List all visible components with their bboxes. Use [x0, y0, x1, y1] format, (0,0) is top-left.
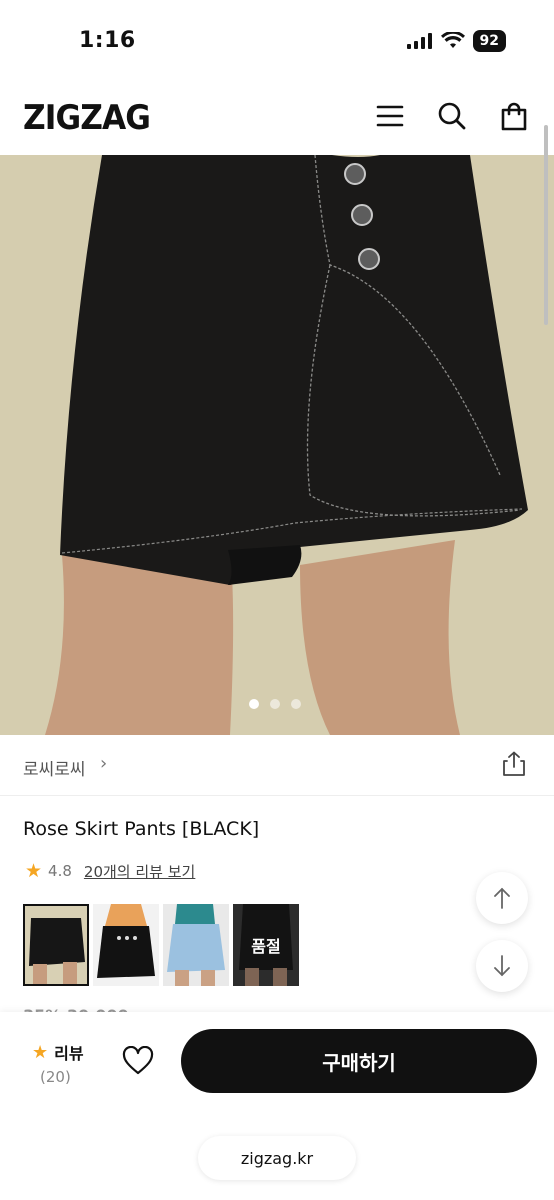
thumbnail-black[interactable]: [23, 904, 89, 986]
buy-button[interactable]: 구매하기: [181, 1029, 537, 1093]
brand-row[interactable]: 로씨로씨 ›: [0, 735, 554, 796]
scroll-up-button[interactable]: [476, 872, 528, 924]
heart-icon[interactable]: [122, 1045, 154, 1080]
scroll-down-button[interactable]: [476, 940, 528, 992]
product-photo: [0, 155, 554, 735]
arrow-down-icon: [494, 955, 510, 977]
brand-name[interactable]: 로씨로씨: [23, 755, 86, 780]
carousel-dots[interactable]: [249, 699, 301, 709]
status-icons: 92: [406, 30, 506, 52]
signal-icon: [406, 33, 432, 49]
review-summary[interactable]: ★ 리뷰: [32, 1040, 84, 1064]
battery-indicator: 92: [472, 30, 506, 52]
review-count: (20): [40, 1068, 71, 1086]
chevron-right-icon: ›: [100, 753, 108, 774]
status-time: 1:16: [79, 28, 136, 53]
star-icon: ★: [32, 1041, 49, 1063]
sold-out-label: 품절: [233, 904, 299, 986]
thumbnail-strip[interactable]: 품절: [23, 904, 299, 986]
search-icon[interactable]: [436, 100, 468, 132]
carousel-dot[interactable]: [270, 699, 280, 709]
wifi-icon: [440, 32, 465, 48]
rating-value: 4.8: [48, 862, 72, 880]
carousel-dot[interactable]: [291, 699, 301, 709]
share-icon[interactable]: [502, 751, 526, 781]
menu-icon[interactable]: [374, 100, 406, 132]
carousel-dot[interactable]: [249, 699, 259, 709]
review-link[interactable]: 20개의 리뷰 보기: [84, 861, 195, 882]
browser-url-bar[interactable]: zigzag.kr: [198, 1136, 356, 1180]
product-image-carousel[interactable]: [0, 155, 554, 735]
product-title: Rose Skirt Pants [BLACK]: [23, 818, 260, 840]
star-icon: ★: [25, 860, 43, 882]
thumbnail-sold-out[interactable]: 품절: [233, 904, 299, 986]
arrow-up-icon: [494, 887, 510, 909]
scrollbar[interactable]: [544, 125, 548, 325]
thumbnail-blue[interactable]: [163, 904, 229, 986]
zigzag-logo[interactable]: ZIGZAG: [23, 98, 151, 138]
rating-row: ★ 4.8 20개의 리뷰 보기: [25, 860, 195, 882]
review-label: 리뷰: [54, 1044, 84, 1063]
thumbnail-black-2[interactable]: [93, 904, 159, 986]
shopping-bag-icon[interactable]: [498, 100, 530, 132]
